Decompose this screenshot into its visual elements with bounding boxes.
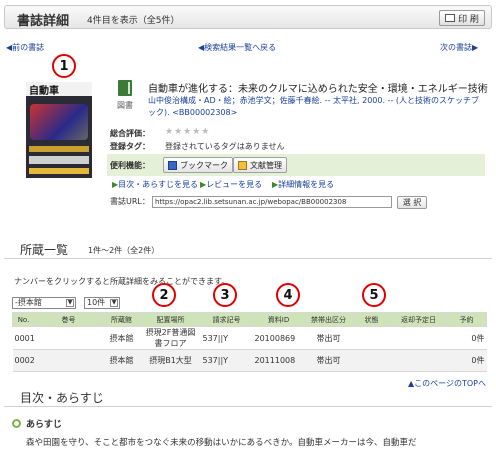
due-date-cell: [390, 349, 447, 372]
book-description: 山中俊治構成・AD・絵；赤池学文；佐藤千春絵. -- 太平社, 2000. --…: [148, 96, 480, 117]
convenience-bar: 便利機能： ブックマーク 文献管理: [107, 154, 485, 176]
column-header: 禁帯出区分: [304, 312, 353, 327]
next-record-link[interactable]: 次の書誌▶: [440, 42, 478, 53]
call-number-link[interactable]: 537||Y: [200, 349, 253, 372]
due-date-cell: [390, 326, 447, 350]
material-id-cell: 20111008: [252, 349, 305, 372]
url-field[interactable]: [152, 196, 392, 208]
chevron-down-icon: ▼: [110, 299, 118, 307]
annotation-marker-3: 3: [213, 283, 237, 307]
reservation-cell: 0件: [446, 349, 487, 372]
detail-link[interactable]: ▶詳細情報を見る: [272, 179, 334, 190]
bullet-icon: [12, 419, 21, 428]
prev-record-link[interactable]: ◀前の書誌: [6, 42, 44, 53]
print-label: 印 刷: [458, 14, 479, 25]
column-header: No.: [12, 312, 35, 327]
holdings-note: ナンバーをクリックすると所蔵詳細をみることができます。: [14, 277, 230, 286]
tags-label: 登録タグ：: [110, 142, 150, 151]
library-cell: 摂本館: [102, 326, 141, 350]
select-url-button[interactable]: 選 択: [397, 196, 427, 209]
printer-icon: [445, 14, 456, 22]
holdings-title: 所蔵一覧: [20, 243, 69, 257]
chevron-down-icon: ▼: [66, 299, 74, 307]
loan-status-cell: 帯出可: [304, 349, 353, 372]
state-cell: [352, 326, 391, 350]
material-type: 図書: [117, 101, 133, 110]
state-cell: [352, 349, 391, 372]
rating-label: 総合評価：: [110, 129, 150, 138]
holdings-table: No. 巻号 所蔵館 配置場所 請求記号 資料ID 禁帯出区分 状態 返却予定日…: [12, 312, 487, 372]
item-number-link[interactable]: 0001: [12, 326, 35, 350]
item-number-link[interactable]: 0002: [12, 349, 35, 372]
reservation-cell: 0件: [446, 326, 487, 350]
triangle-right-icon: ▶: [472, 43, 479, 52]
page-header: 書誌詳細 4件目を表示（全5件） 印 刷: [4, 5, 492, 29]
synopsis-heading: あらすじ: [26, 420, 62, 430]
cover-title: 自動車: [26, 82, 92, 97]
reference-manager-button[interactable]: 文献管理: [233, 157, 287, 173]
annotation-marker-4: 4: [276, 283, 300, 307]
table-row: 0002 摂本館 摂現B1大型 537||Y 20111008 帯出可 0件: [12, 349, 487, 372]
book-icon: [118, 80, 132, 96]
document-icon: [238, 160, 247, 170]
back-to-results-link[interactable]: ◀検索結果一覧へ戻る: [198, 42, 276, 53]
synopsis-text: 森や田園を守り、そこと都市をつなぐ未来の移動はいかにあるべきか。自動車メーカーは…: [26, 438, 417, 448]
column-header: 所蔵館: [102, 312, 141, 327]
url-label: 書誌URL：: [110, 197, 150, 206]
table-header-row: No. 巻号 所蔵館 配置場所 請求記号 資料ID 禁帯出区分 状態 返却予定日…: [12, 312, 487, 327]
annotation-marker-2: 2: [152, 283, 176, 307]
volume-cell: [34, 349, 103, 372]
column-header: 状態: [352, 312, 391, 327]
call-number-link[interactable]: 537||Y: [200, 326, 253, 350]
loan-status-cell: 帯出可: [304, 326, 353, 350]
toc-title: 目次・あらすじ: [20, 391, 104, 405]
library-cell: 摂本館: [102, 349, 141, 372]
location-cell: 摂現B1大型: [140, 349, 201, 372]
material-id-cell: 20100869: [252, 326, 305, 350]
book-title: 自動車が進化する：未来のクルマに込められた安全・環境・エネルギー技術: [148, 84, 488, 95]
column-header: 資料ID: [252, 312, 305, 327]
bookmark-button[interactable]: ブックマーク: [163, 157, 233, 173]
location-cell: 摂現2F普通図書フロア: [140, 326, 201, 350]
toc-link[interactable]: ▶目次・あらすじを見る: [112, 179, 198, 190]
volume-cell: [34, 326, 103, 350]
review-link[interactable]: ▶レビューを見る: [200, 179, 262, 190]
back-to-top-link[interactable]: ▲このページのTOPへ: [408, 378, 486, 389]
column-header: 巻号: [34, 312, 103, 327]
convenience-label: 便利機能：: [110, 161, 150, 170]
column-header: 返却予定日: [390, 312, 447, 327]
holdings-count: 1件～2件（全2件）: [88, 246, 160, 255]
column-header: 配置場所: [140, 312, 201, 327]
library-filter-select[interactable]: -摂本館 ▼: [12, 297, 76, 309]
column-header: 予約: [446, 312, 487, 327]
annotation-marker-5: 5: [362, 283, 386, 307]
bookmark-icon: [168, 160, 177, 170]
record-navigation: ◀前の書誌 ◀検索結果一覧へ戻る 次の書誌▶: [0, 42, 496, 54]
book-cover-image: 自動車: [26, 82, 92, 178]
rating-stars: ★★★★★: [165, 127, 211, 137]
page-title: 書誌詳細: [17, 14, 70, 29]
result-count: 4件目を表示（全5件）: [87, 16, 180, 26]
column-header: 請求記号: [200, 312, 253, 327]
per-page-select[interactable]: 10件 ▼: [84, 297, 120, 309]
print-button[interactable]: 印 刷: [439, 10, 485, 26]
divider: [4, 406, 492, 407]
divider: [4, 258, 492, 259]
table-row: 0001 摂本館 摂現2F普通図書フロア 537||Y 20100869 帯出可…: [12, 326, 487, 350]
tags-value: 登録されているタグはありません: [165, 142, 285, 151]
annotation-marker-1: 1: [52, 54, 76, 78]
